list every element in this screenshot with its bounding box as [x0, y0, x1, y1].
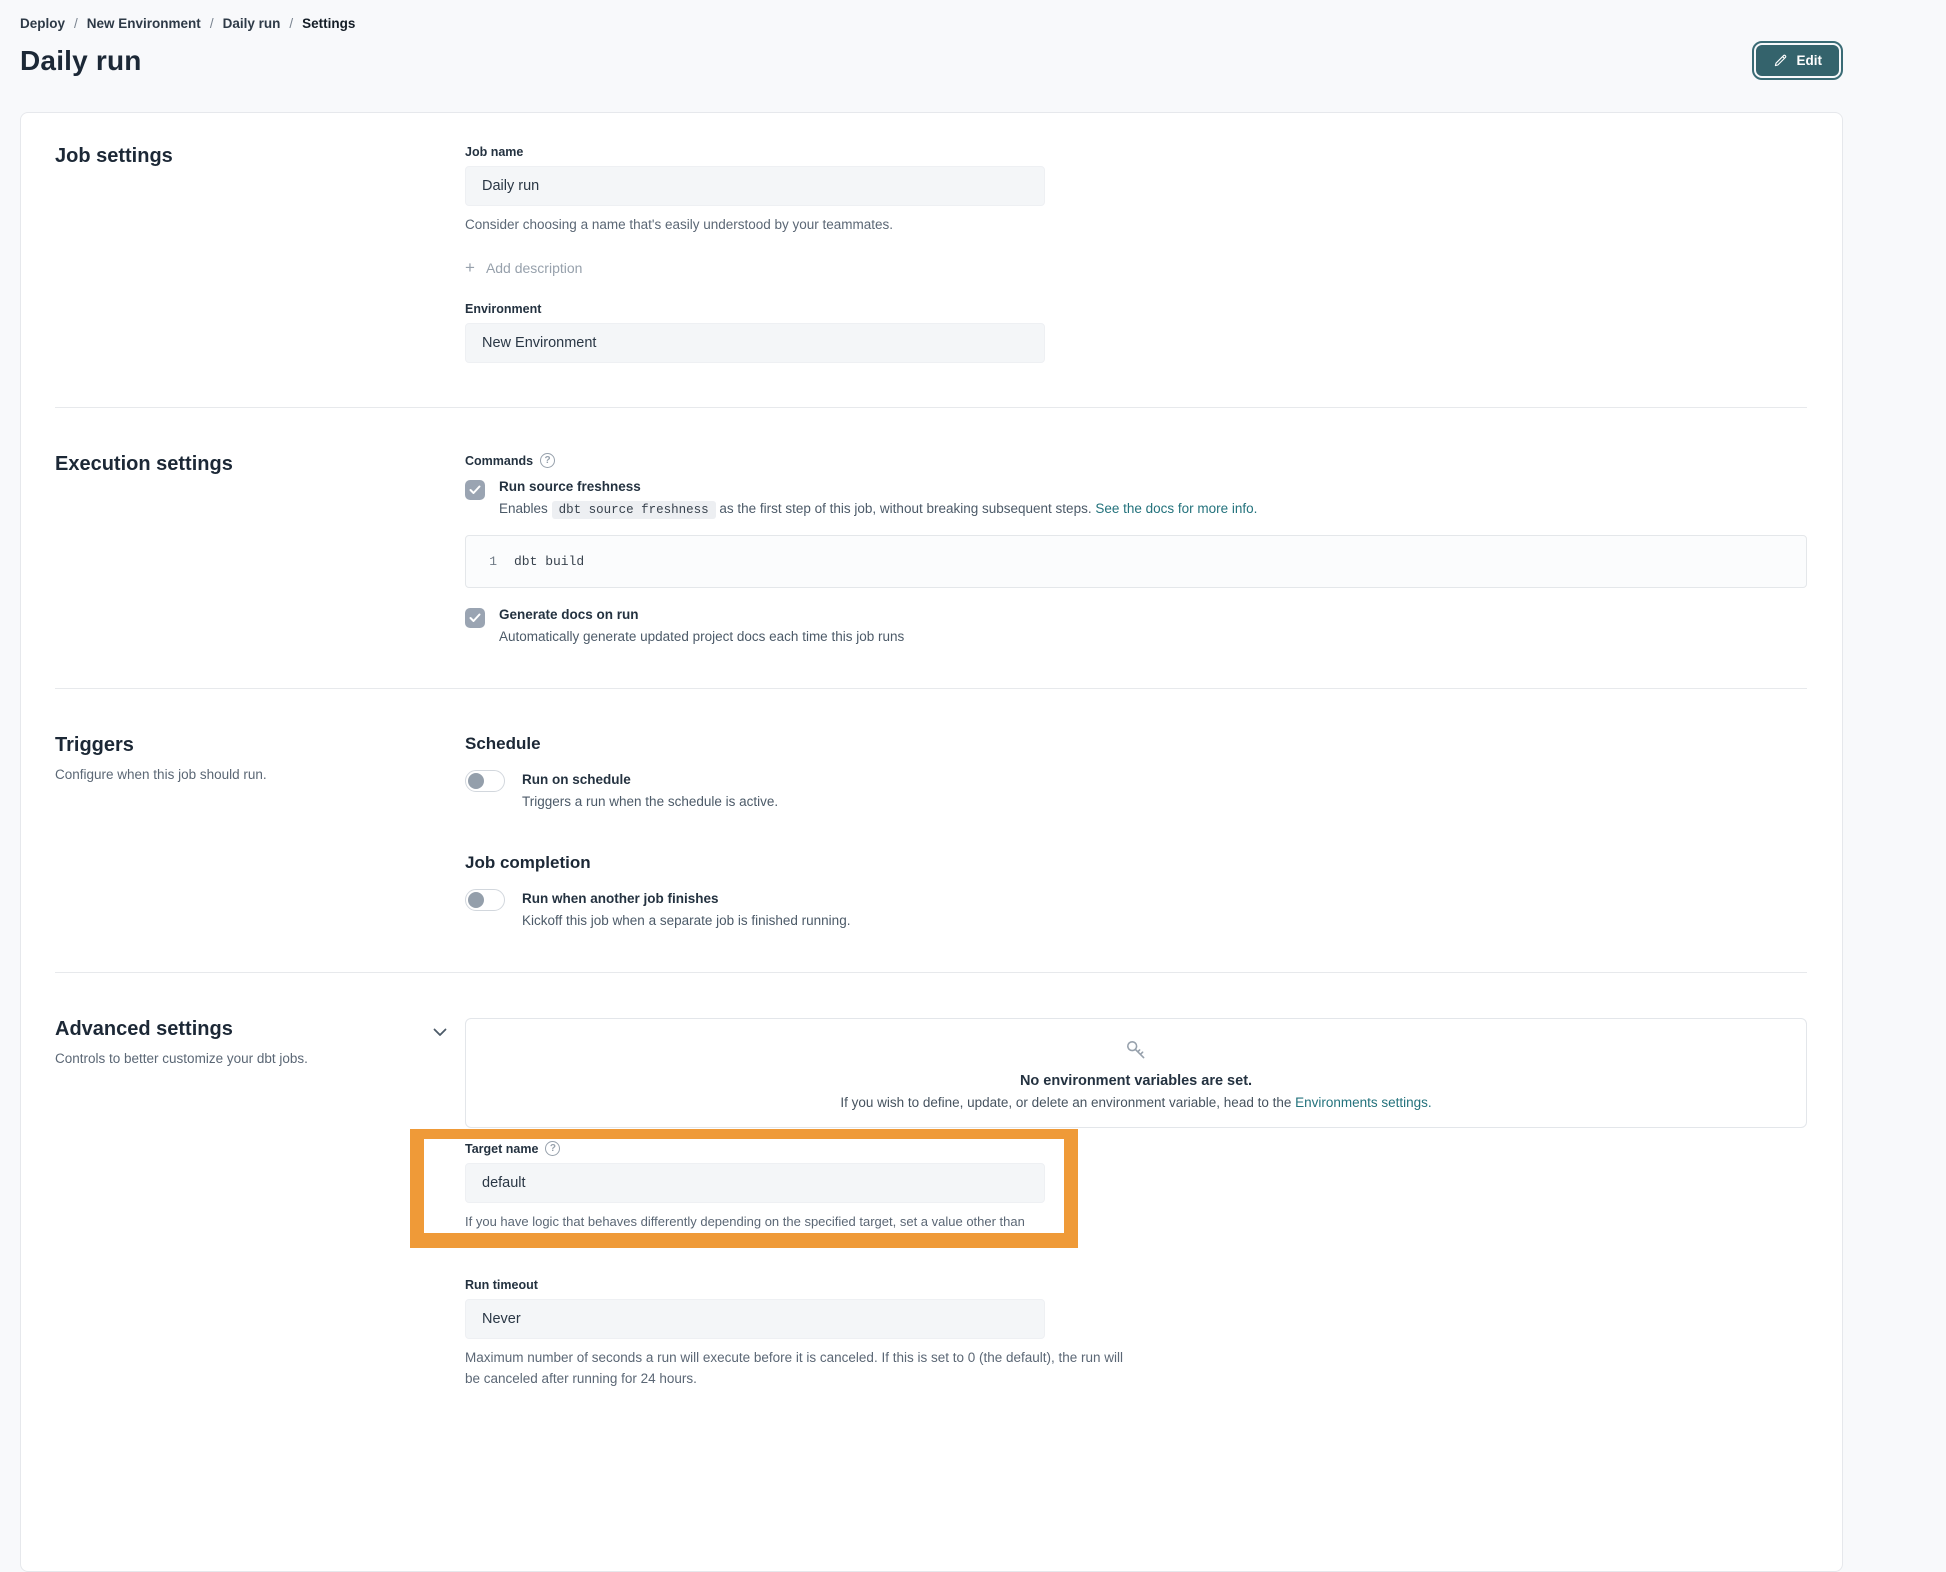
run-source-freshness-row: Run source freshness Enables dbt source … [465, 479, 1807, 517]
run-when-job-finishes-label: Run when another job finishes [522, 891, 850, 906]
commands-editor[interactable]: 1 dbt build [465, 535, 1807, 588]
section-job-settings: Job settings Job name Consider choosing … [55, 145, 1807, 363]
section-divider [55, 972, 1807, 973]
run-when-job-finishes-toggle[interactable] [465, 889, 505, 911]
target-name-helper: If you have logic that behaves different… [465, 1212, 1065, 1251]
breadcrumb-separator: / [74, 16, 78, 31]
section-divider [55, 688, 1807, 689]
run-timeout-helper: Maximum number of seconds a run will exe… [465, 1348, 1125, 1389]
toggle-knob [468, 773, 484, 789]
advanced-settings-subheading: Controls to better customize your dbt jo… [55, 1051, 421, 1066]
environments-settings-link[interactable]: Environments settings. [1295, 1095, 1432, 1110]
env-variables-empty-state: No environment variables are set. If you… [465, 1018, 1807, 1128]
environment-label: Environment [465, 302, 1807, 316]
advanced-settings-heading: Advanced settings [55, 1018, 421, 1041]
run-when-job-finishes-row: Run when another job finishes Kickoff th… [465, 889, 1807, 928]
target-name-label: Target name ? [465, 1141, 1065, 1156]
run-timeout-input[interactable] [465, 1299, 1045, 1339]
page-title: Daily run [20, 45, 142, 77]
section-divider [55, 407, 1807, 408]
edit-button-label: Edit [1797, 53, 1823, 68]
commands-editor-code: dbt build [514, 554, 584, 569]
breadcrumb-job[interactable]: Daily run [223, 16, 281, 31]
edit-button[interactable]: Edit [1756, 45, 1840, 76]
chevron-down-icon[interactable] [433, 1024, 447, 1042]
run-timeout-label: Run timeout [465, 1278, 1125, 1292]
section-advanced-settings: Advanced settings Controls to better cus… [55, 1018, 1807, 1389]
page-header: Daily run Edit [20, 41, 1843, 80]
environment-input[interactable] [465, 323, 1045, 363]
run-on-schedule-label: Run on schedule [522, 772, 778, 787]
breadcrumb: Deploy / New Environment / Daily run / S… [20, 0, 1843, 31]
run-source-freshness-label: Run source freshness [499, 479, 1257, 494]
run-when-job-finishes-desc: Kickoff this job when a separate job is … [522, 913, 850, 928]
generate-docs-checkbox[interactable] [465, 608, 485, 628]
settings-card: Job settings Job name Consider choosing … [20, 112, 1843, 1572]
breadcrumb-separator: / [289, 16, 293, 31]
triggers-subheading: Configure when this job should run. [55, 767, 421, 782]
execution-settings-heading: Execution settings [55, 453, 421, 476]
target-name-label-text: Target name [465, 1142, 538, 1156]
freshness-code-chip: dbt source freshness [552, 501, 716, 519]
run-on-schedule-toggle[interactable] [465, 770, 505, 792]
freshness-desc-suffix: as the first step of this job, without b… [719, 501, 1091, 516]
freshness-docs-link[interactable]: See the docs for more info. [1095, 501, 1257, 516]
schedule-heading: Schedule [465, 734, 1807, 754]
generate-docs-desc: Automatically generate updated project d… [499, 629, 904, 644]
job-name-input[interactable] [465, 166, 1045, 206]
pencil-icon [1773, 53, 1788, 68]
job-name-label: Job name [465, 145, 1807, 159]
env-variables-title: No environment variables are set. [486, 1073, 1786, 1089]
run-timeout-group: Run timeout Maximum number of seconds a … [465, 1278, 1125, 1389]
generate-docs-row: Generate docs on run Automatically gener… [465, 607, 1807, 644]
edit-button-focus-ring: Edit [1752, 41, 1844, 80]
job-name-helper: Consider choosing a name that's easily u… [465, 215, 1807, 235]
check-icon [469, 485, 481, 495]
target-name-help-icon[interactable]: ? [545, 1141, 560, 1156]
env-variables-desc: If you wish to define, update, or delete… [486, 1095, 1786, 1110]
commands-editor-line-number: 1 [466, 554, 514, 569]
run-on-schedule-row: Run on schedule Triggers a run when the … [465, 770, 1807, 809]
section-execution-settings: Execution settings Commands ? Run source… [55, 453, 1807, 644]
target-name-input[interactable] [465, 1163, 1045, 1203]
breadcrumb-deploy[interactable]: Deploy [20, 16, 65, 31]
breadcrumb-settings: Settings [302, 16, 355, 31]
page: Deploy / New Environment / Daily run / S… [20, 0, 1843, 1572]
run-source-freshness-checkbox[interactable] [465, 480, 485, 500]
triggers-heading: Triggers [55, 734, 421, 757]
commands-label-text: Commands [465, 454, 533, 468]
commands-label: Commands ? [465, 453, 1807, 468]
commands-help-icon[interactable]: ? [540, 453, 555, 468]
add-description-label: Add description [486, 260, 583, 276]
key-icon [1124, 1038, 1148, 1062]
generate-docs-label: Generate docs on run [499, 607, 904, 622]
check-icon [469, 613, 481, 623]
job-settings-heading: Job settings [55, 145, 421, 168]
run-source-freshness-desc: Enables dbt source freshness as the firs… [499, 501, 1257, 517]
target-name-group: Target name ? If you have logic that beh… [465, 1141, 1065, 1251]
run-on-schedule-desc: Triggers a run when the schedule is acti… [522, 794, 778, 809]
breadcrumb-separator: / [210, 16, 214, 31]
env-variables-desc-text: If you wish to define, update, or delete… [840, 1095, 1291, 1110]
job-completion-heading: Job completion [465, 853, 1807, 873]
freshness-desc-prefix: Enables [499, 501, 548, 516]
toggle-knob [468, 892, 484, 908]
breadcrumb-environment[interactable]: New Environment [87, 16, 201, 31]
plus-icon: + [465, 259, 475, 276]
add-description-button[interactable]: + Add description [465, 259, 582, 276]
section-triggers: Triggers Configure when this job should … [55, 734, 1807, 928]
